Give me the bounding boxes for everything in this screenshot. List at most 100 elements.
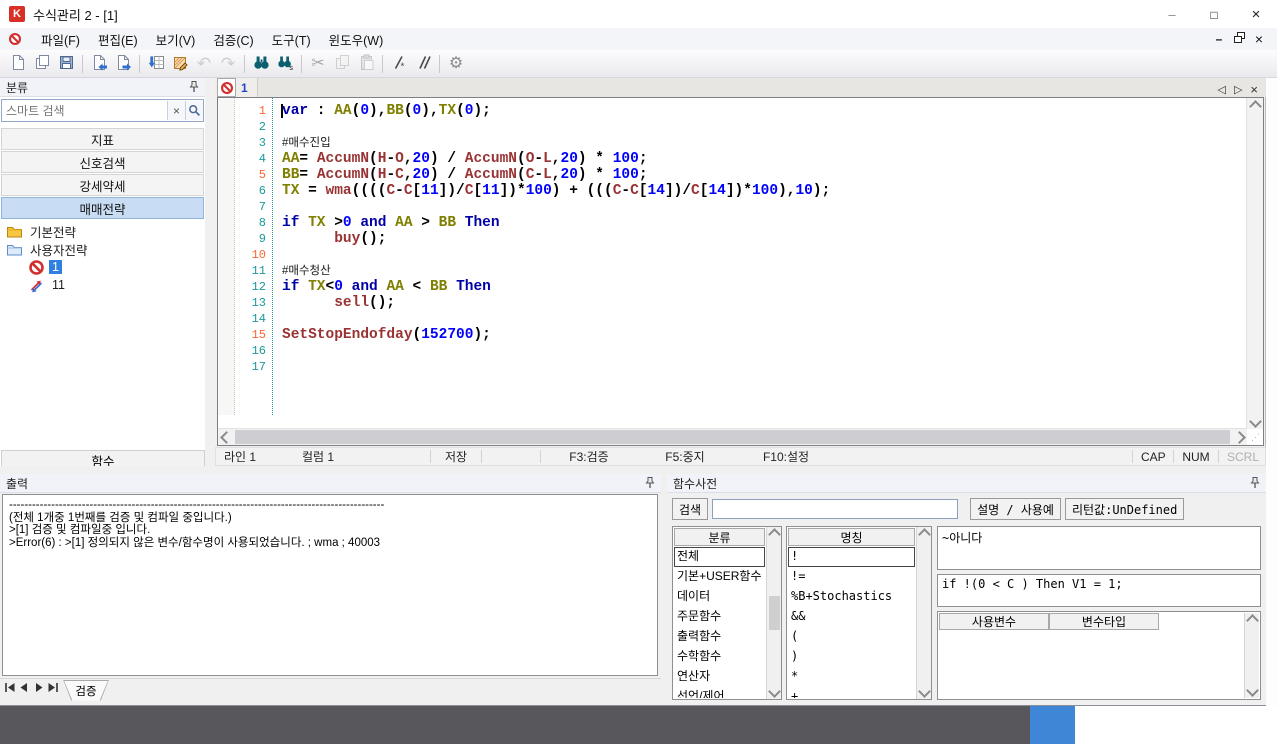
tab-scroll-right-icon[interactable]: ▷ — [1234, 83, 1242, 96]
toolbar-button[interactable]: ↶ — [192, 52, 216, 76]
resize-grip[interactable]: ⋰ — [1249, 431, 1262, 444]
category-button[interactable]: 지표 — [1, 128, 204, 150]
category-list-item[interactable]: 주문함수 — [674, 607, 765, 627]
nav-button[interactable] — [45, 683, 59, 697]
scroll-right-icon[interactable] — [1231, 429, 1247, 445]
dictionary-search-input[interactable] — [712, 499, 958, 519]
dictionary-name-list[interactable]: 명칭 !!=%B+Stochastics&&()*+ — [786, 526, 932, 700]
code-editor[interactable]: 1234567891011121314151617 var : AA(0),BB… — [217, 97, 1264, 446]
code-lines[interactable]: var : AA(0),BB(0),TX(0); #매수진입AA= AccumN… — [282, 103, 1243, 375]
dictionary-search-button[interactable]: 검색 — [672, 498, 708, 520]
taskbar-active-app[interactable] — [1030, 706, 1075, 744]
toolbar-button[interactable] — [111, 52, 135, 76]
pin-icon[interactable] — [187, 80, 201, 94]
tree-item[interactable]: 사용자전략 — [6, 240, 205, 258]
toolbar-button[interactable]: ✂ — [306, 52, 330, 76]
category-list-item[interactable]: 연산자 — [674, 667, 765, 687]
toolbar-button[interactable] — [330, 52, 354, 76]
scroll-left-icon[interactable] — [218, 429, 234, 445]
name-list-item[interactable]: ! — [788, 547, 915, 567]
menu-item[interactable]: 윈도우(W) — [320, 27, 393, 52]
toolbar-button[interactable] — [87, 52, 111, 76]
tree-item[interactable]: 1 — [6, 258, 205, 276]
scroll-up-icon[interactable] — [1247, 98, 1263, 114]
tab-scroll-left-icon[interactable]: ◁ — [1217, 83, 1225, 96]
toolbar-button[interactable] — [435, 52, 444, 76]
toolbar-button[interactable]: s — [273, 52, 297, 76]
category-button[interactable]: 매매전략 — [1, 197, 204, 219]
mdi-control-button[interactable]: – — [1209, 31, 1229, 47]
category-button[interactable]: 강세약세 — [1, 174, 204, 196]
name-list-item[interactable]: ) — [788, 647, 915, 667]
output-tab-verify[interactable]: 검증 — [63, 680, 109, 701]
scroll-down-icon[interactable] — [918, 685, 931, 698]
category-button[interactable]: 신호검색 — [1, 151, 204, 173]
toolbar-button[interactable] — [378, 52, 387, 76]
tree-item[interactable]: 기본전략 — [6, 222, 205, 240]
name-list-item[interactable]: %B+Stochastics — [788, 587, 915, 607]
toolbar-button[interactable] — [297, 52, 306, 76]
name-list-item[interactable]: ( — [788, 627, 915, 647]
toolbar-button[interactable] — [30, 52, 54, 76]
scroll-up-icon[interactable] — [918, 528, 931, 541]
menu-item[interactable]: 파일(F) — [32, 27, 89, 52]
category-list-item[interactable]: 출력함수 — [674, 627, 765, 647]
menu-item[interactable]: 검증(C) — [204, 27, 262, 52]
category-list-item[interactable]: 수학함수 — [674, 647, 765, 667]
toolbar-button[interactable] — [144, 52, 168, 76]
mdi-control-button[interactable] — [1229, 31, 1249, 47]
name-list-item[interactable]: + — [788, 687, 915, 698]
scroll-up-icon[interactable] — [1246, 614, 1259, 627]
category-list-scrollbar[interactable] — [766, 527, 781, 699]
toolbar-button[interactable] — [354, 52, 378, 76]
tab-close-icon[interactable]: × — [1250, 82, 1258, 97]
editor-horizontal-scrollbar[interactable] — [218, 428, 1247, 445]
toolbar-button[interactable] — [411, 52, 435, 76]
name-list-item[interactable]: * — [788, 667, 915, 687]
search-clear-button[interactable]: × — [167, 101, 185, 120]
scroll-down-icon[interactable] — [1247, 413, 1263, 429]
window-control-button[interactable]: □ — [1193, 0, 1235, 28]
toolbar-button[interactable] — [54, 52, 78, 76]
pin-icon[interactable] — [643, 476, 657, 490]
toolbar-button[interactable] — [168, 52, 192, 76]
variables-table-scrollbar[interactable] — [1244, 613, 1259, 698]
toolbar-button[interactable] — [240, 52, 249, 76]
window-control-button[interactable]: × — [1235, 0, 1277, 28]
editor-tab[interactable]: 1 — [215, 78, 258, 97]
toolbar-button[interactable]: ↷ — [216, 52, 240, 76]
horizontal-splitter[interactable] — [0, 466, 1266, 474]
toolbar-button[interactable] — [249, 52, 273, 76]
search-icon[interactable] — [185, 101, 203, 120]
category-list-item[interactable]: 데이터 — [674, 587, 765, 607]
name-list-item[interactable]: && — [788, 607, 915, 627]
tree-item[interactable]: 11 — [6, 276, 205, 294]
toolbar-button[interactable] — [135, 52, 144, 76]
mdi-control-button[interactable]: × — [1249, 31, 1269, 47]
variable-type-column-header[interactable]: 변수타입 — [1049, 613, 1159, 630]
name-list-item[interactable]: != — [788, 567, 915, 587]
scrollbar-thumb[interactable] — [235, 430, 1230, 444]
output-log[interactable]: ----------------------------------------… — [2, 494, 658, 676]
toolbar-button[interactable] — [78, 52, 87, 76]
toolbar-button[interactable]: ⚙ — [444, 52, 468, 76]
description-usage-button[interactable]: 설명 / 사용예 — [970, 498, 1061, 520]
window-control-button[interactable]: – — [1151, 0, 1193, 28]
scrollbar-thumb[interactable] — [769, 596, 780, 630]
dictionary-category-list[interactable]: 분류 전체기본+USER함수데이터주문함수출력함수수학함수연산자선언/제어 — [672, 526, 782, 700]
category-list-item[interactable]: 선언/제어 — [674, 687, 765, 698]
editor-vertical-scrollbar[interactable] — [1246, 98, 1263, 429]
toolbar-button[interactable] — [6, 52, 30, 76]
name-list-scrollbar[interactable] — [916, 527, 931, 699]
toolbar-button[interactable]: * — [387, 52, 411, 76]
pin-icon[interactable] — [1248, 476, 1262, 490]
scroll-down-icon[interactable] — [1246, 684, 1259, 697]
scroll-down-icon[interactable] — [768, 685, 781, 698]
category-list-item[interactable]: 전체 — [674, 547, 765, 567]
scroll-up-icon[interactable] — [768, 528, 781, 541]
menu-item[interactable]: 보기(V) — [147, 27, 205, 52]
menu-item[interactable]: 편집(E) — [89, 27, 147, 52]
smart-search-input[interactable] — [2, 102, 167, 119]
menu-item[interactable]: 도구(T) — [263, 27, 320, 52]
category-list-item[interactable]: 기본+USER함수 — [674, 567, 765, 587]
